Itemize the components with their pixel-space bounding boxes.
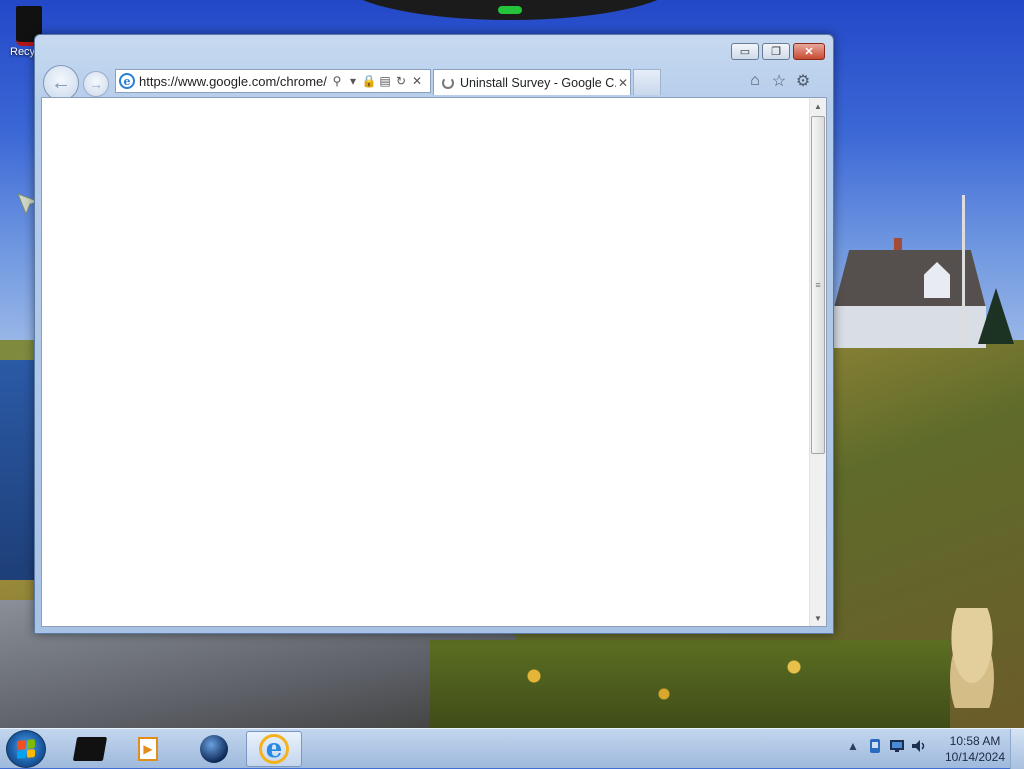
window-controls: ▭ ❐ ✕ [728, 43, 825, 60]
show-desktop-button[interactable] [1010, 729, 1024, 769]
home-icon[interactable]: ⌂ [743, 71, 767, 91]
address-url[interactable]: https://www.google.com/chrome/uninstall [139, 74, 327, 89]
taskbar-item-globe[interactable] [186, 731, 242, 767]
ie-icon: e [119, 73, 135, 89]
compatibility-icon[interactable]: ▤ [377, 73, 393, 89]
gear-icon[interactable]: ⚙ [791, 71, 815, 91]
tab-title: Uninstall Survey - Google C... [460, 75, 616, 90]
taskbar-clock[interactable]: 10:58 AM 10/14/2024 [940, 733, 1010, 765]
tray-app-icon[interactable] [864, 735, 886, 757]
favorites-icon[interactable]: ☆ [767, 71, 791, 91]
taskbar-item-media-player[interactable]: ▶ [120, 731, 176, 767]
wallpaper-flagpole [962, 195, 965, 345]
wallpaper-flowers [430, 640, 950, 730]
tray-expand-icon[interactable]: ▲ [842, 735, 864, 757]
scrollbar-thumb[interactable]: ≡ [811, 116, 825, 454]
clock-date: 10/14/2024 [944, 750, 1006, 764]
scroll-down-icon[interactable]: ▼ [810, 610, 826, 626]
search-icon[interactable]: ⚲ [329, 73, 345, 89]
terminal-icon [72, 737, 108, 761]
taskbar-item-internet-explorer[interactable]: e [246, 731, 302, 767]
vertical-scrollbar[interactable]: ▲ ≡ ▼ [809, 98, 826, 626]
taskbar-item-terminal[interactable] [62, 731, 118, 767]
address-bar[interactable]: e https://www.google.com/chrome/uninstal… [115, 69, 431, 93]
minimize-button[interactable]: ▭ [731, 43, 759, 60]
scroll-grip-icon: ≡ [815, 280, 821, 290]
globe-icon [200, 735, 228, 763]
close-button[interactable]: ✕ [793, 43, 825, 60]
media-player-icon: ▶ [138, 737, 158, 761]
taskbar: ▶ e ▲ 10:58 AM 10/14/2024 [0, 728, 1024, 769]
volume-icon[interactable] [908, 735, 930, 757]
network-icon[interactable] [886, 735, 908, 757]
maximize-button[interactable]: ❐ [762, 43, 790, 60]
forward-arrow-icon: → [89, 76, 103, 92]
refresh-icon[interactable]: ↻ [393, 73, 409, 89]
tab-uninstall-survey[interactable]: Uninstall Survey - Google C... ✕ [433, 69, 631, 95]
start-button[interactable] [6, 730, 46, 768]
page-content[interactable]: ▲ ≡ ▼ [41, 97, 827, 627]
stop-icon[interactable]: ✕ [409, 73, 425, 89]
address-tools: ⚲ ▾ 🔒 ▤ ↻ ✕ [329, 73, 425, 89]
windows-logo-icon [17, 739, 35, 759]
navigation-bar: ← → e https://www.google.com/chrome/unin… [41, 65, 827, 101]
browser-window: ▭ ❐ ✕ ← → e https://www.google.com/chrom… [34, 34, 834, 634]
back-arrow-icon: ← [51, 71, 71, 94]
back-button[interactable]: ← [43, 65, 79, 101]
system-tray: ▲ [842, 735, 930, 757]
new-tab-button[interactable] [633, 69, 661, 95]
dropdown-icon[interactable]: ▾ [345, 73, 361, 89]
loading-spinner-icon [442, 76, 454, 89]
session-bar-grip-icon[interactable] [498, 6, 522, 14]
scroll-up-icon[interactable]: ▲ [810, 98, 826, 114]
forward-button[interactable]: → [83, 71, 109, 97]
lock-icon[interactable]: 🔒 [361, 73, 377, 89]
ie-icon: e [259, 734, 289, 764]
gopher-figure [940, 608, 1004, 708]
clock-time: 10:58 AM [949, 734, 1001, 748]
tab-close-icon[interactable]: ✕ [618, 76, 628, 90]
command-icons: ⌂ ☆ ⚙ [743, 71, 815, 91]
